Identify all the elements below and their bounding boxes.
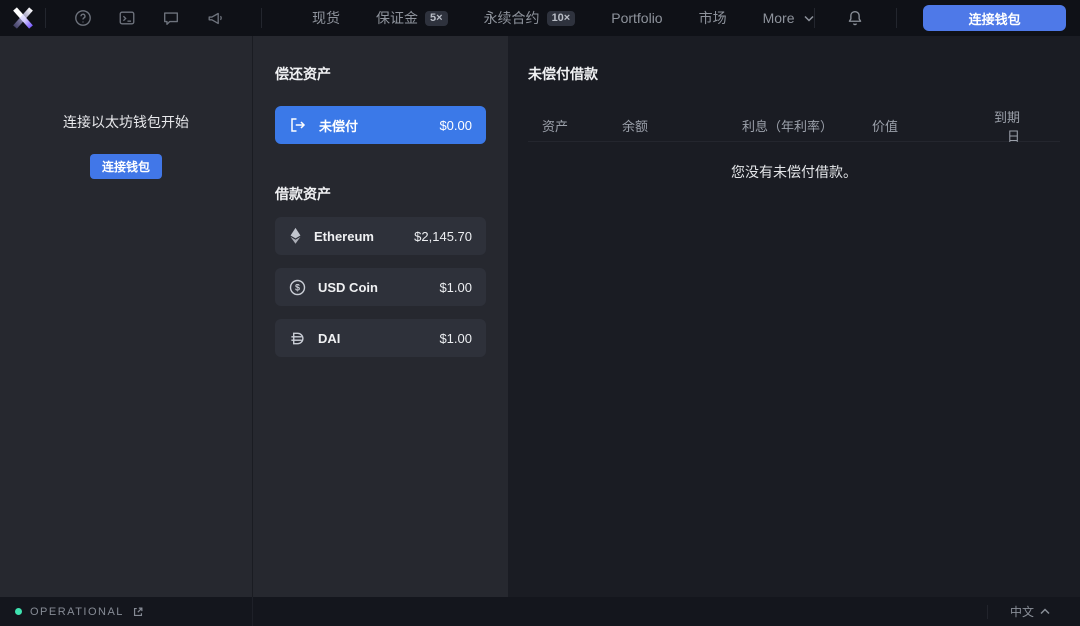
asset-value: $1.00 xyxy=(439,331,472,346)
asset-name: DAI xyxy=(318,331,340,346)
column-balance: 余额 xyxy=(622,116,742,135)
external-link-icon xyxy=(132,606,144,618)
outstanding-loans-panel: 未偿付借款 资产 余额 利息（年利率） 价值 到期日 您没有未偿付借款。 xyxy=(508,36,1080,597)
column-value: 价值 xyxy=(872,116,982,135)
nav-more[interactable]: More xyxy=(763,10,814,26)
nav-spot-label: 现货 xyxy=(312,8,340,28)
chevron-up-icon xyxy=(1040,608,1050,615)
nav-spot[interactable]: 现货 xyxy=(312,8,340,28)
language-selector[interactable]: 中文 xyxy=(988,597,1080,626)
outstanding-value: $0.00 xyxy=(439,118,472,133)
system-status-link[interactable]: OPERATIONAL xyxy=(0,597,253,626)
loans-table-header: 资产 余额 利息（年利率） 价值 到期日 xyxy=(528,110,1060,142)
nav-more-label: More xyxy=(763,10,795,26)
status-label: OPERATIONAL xyxy=(30,606,124,618)
onboarding-prompt: 连接以太坊钱包开始 xyxy=(63,112,189,132)
outstanding-label: 未偿付 xyxy=(319,116,358,135)
connect-wallet-button-small[interactable]: 连接钱包 xyxy=(90,154,162,179)
notifications-button[interactable] xyxy=(814,9,896,27)
repay-assets-title: 偿还资产 xyxy=(275,64,486,84)
nav-markets[interactable]: 市场 xyxy=(699,8,727,28)
asset-name: Ethereum xyxy=(314,229,374,244)
asset-value: $1.00 xyxy=(439,280,472,295)
asset-row-dai[interactable]: DAI $1.00 xyxy=(275,319,486,357)
column-asset: 资产 xyxy=(542,116,622,135)
app-logo[interactable] xyxy=(0,5,45,31)
repay-exit-icon xyxy=(289,116,307,134)
asset-value: $2,145.70 xyxy=(414,229,472,244)
column-due-date: 到期日 xyxy=(982,107,1020,145)
asset-row-usd-coin[interactable]: $ USD Coin $1.00 xyxy=(275,268,486,306)
leverage-badge: 10× xyxy=(547,11,576,26)
topbar-tool-icons xyxy=(46,9,261,27)
svg-text:$: $ xyxy=(295,282,300,292)
bell-icon xyxy=(846,9,864,27)
help-icon[interactable] xyxy=(74,9,92,27)
language-label: 中文 xyxy=(1010,603,1034,620)
x-logo-icon xyxy=(10,5,36,31)
nav-perpetual[interactable]: 永续合约 10× xyxy=(484,8,576,28)
usd-coin-icon: $ xyxy=(289,279,306,296)
connect-wallet-button[interactable]: 连接钱包 xyxy=(923,5,1066,31)
main-nav: 现货 保证金 5× 永续合约 10× Portfolio 市场 More xyxy=(262,8,813,28)
top-bar: 现货 保证金 5× 永续合约 10× Portfolio 市场 More xyxy=(0,0,1080,36)
ethereum-icon xyxy=(289,227,302,245)
outstanding-repay-button[interactable]: 未偿付 $0.00 xyxy=(275,106,486,144)
repay-panel: 偿还资产 未偿付 $0.00 借款资产 Ethereum $2,145.70 xyxy=(253,36,508,597)
leverage-badge: 5× xyxy=(425,11,448,26)
asset-row-ethereum[interactable]: Ethereum $2,145.70 xyxy=(275,217,486,255)
nav-portfolio-label: Portfolio xyxy=(611,10,662,26)
asset-name: USD Coin xyxy=(318,280,378,295)
empty-loans-message: 您没有未偿付借款。 xyxy=(528,162,1060,182)
nav-portfolio[interactable]: Portfolio xyxy=(611,10,662,26)
nav-perpetual-label: 永续合约 xyxy=(484,8,540,28)
main-content: 连接以太坊钱包开始 连接钱包 偿还资产 未偿付 $0.00 借款资产 Ether xyxy=(0,36,1080,597)
status-dot-icon xyxy=(15,608,22,615)
topbar-divider xyxy=(896,8,897,28)
terminal-icon[interactable] xyxy=(118,9,136,27)
column-interest-apr: 利息（年利率） xyxy=(742,116,872,135)
dai-icon xyxy=(289,330,306,347)
chat-icon[interactable] xyxy=(162,9,180,27)
onboarding-panel: 连接以太坊钱包开始 连接钱包 xyxy=(0,36,253,597)
nav-margin[interactable]: 保证金 5× xyxy=(376,8,448,28)
nav-margin-label: 保证金 xyxy=(376,8,418,28)
chevron-down-icon xyxy=(804,15,814,22)
outstanding-loans-title: 未偿付借款 xyxy=(528,64,1060,84)
announcement-icon[interactable] xyxy=(206,9,225,27)
nav-markets-label: 市场 xyxy=(699,8,727,28)
status-bar: OPERATIONAL 中文 xyxy=(0,597,1080,626)
borrowed-assets-title: 借款资产 xyxy=(275,184,486,204)
